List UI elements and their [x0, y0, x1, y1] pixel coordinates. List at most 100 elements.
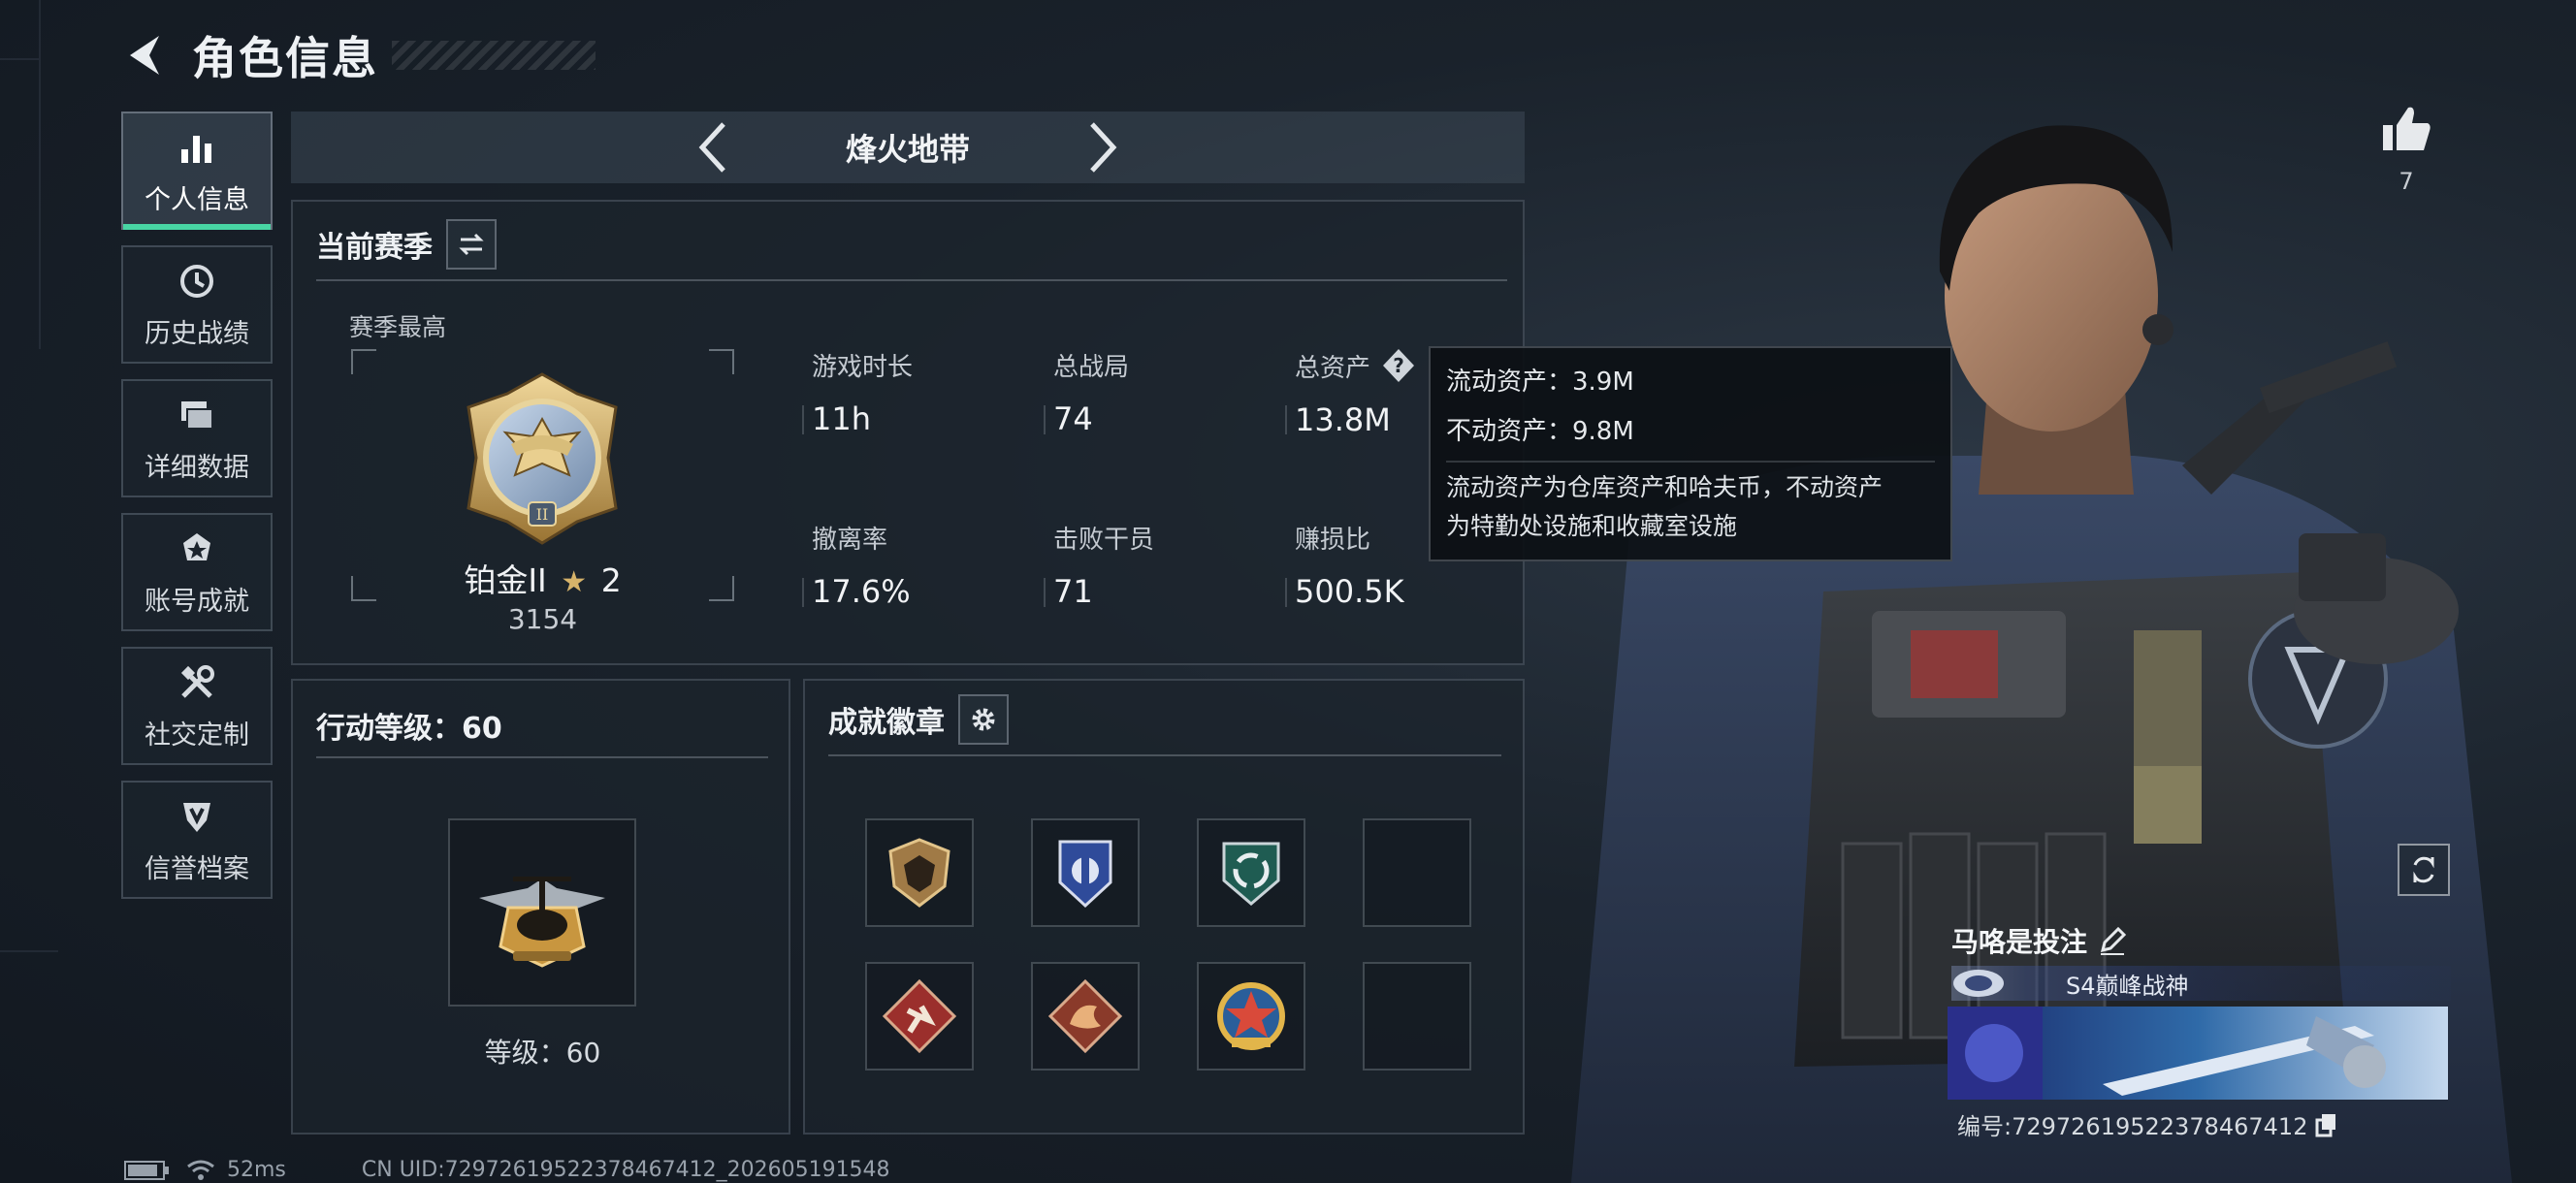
swap-season-button[interactable]	[446, 219, 497, 270]
player-name: 马咯是投注	[1951, 926, 2088, 958]
nav-label: 个人信息	[145, 184, 249, 215]
title-hatch-decoration	[392, 41, 596, 70]
nav-item-personal-info[interactable]: 个人信息	[121, 112, 273, 230]
stat-value: 17.6%	[812, 573, 911, 610]
rank-name-line: 铂金II ★ 2	[351, 555, 734, 601]
player-banner-image	[1948, 1007, 2448, 1100]
like-count: 7	[2399, 168, 2414, 195]
action-level-panel: 行动等级：60 等级：60	[291, 679, 790, 1135]
runner-diamond-badge-icon	[882, 978, 957, 1054]
nav-label: 信誉档案	[145, 853, 249, 884]
back-arrow-icon[interactable]	[116, 26, 175, 84]
stat-label: 撤离率	[812, 526, 888, 555]
tooltip-description: 流动资产为仓库资产和哈夫币，不动资产 为特勤处设施和收藏室设施	[1446, 468, 1935, 546]
panel-header: 当前赛季	[316, 219, 497, 270]
rank-points: 3154	[507, 603, 578, 635]
panel-header: 成就徽章	[828, 694, 1009, 745]
copy-icon[interactable]	[2313, 1112, 2338, 1137]
panel-header: 行动等级：60	[316, 704, 502, 747]
folder-stack-icon	[176, 394, 218, 436]
history-clock-icon	[176, 260, 218, 303]
deco-line	[0, 950, 58, 952]
like-button[interactable]: 7	[2372, 102, 2440, 195]
nav-item-history[interactable]: 历史战绩	[121, 245, 273, 364]
swap-arrows-icon	[459, 233, 484, 256]
player-uid: 编号:72972619522378467412	[1957, 1113, 2308, 1140]
thumbs-up-icon	[2383, 107, 2431, 150]
star-icon: ★	[561, 565, 588, 599]
helicopter-level-emblem-icon	[479, 877, 605, 968]
mode-title: 烽火地带	[845, 131, 970, 168]
chevron-left-icon[interactable]	[685, 118, 743, 176]
nav-item-social-custom[interactable]: 社交定制	[121, 647, 273, 765]
blue-crest-badge-icon	[1058, 840, 1112, 909]
nav-label: 社交定制	[145, 719, 249, 751]
player-title-row: S4巅峰战神	[1951, 966, 2451, 1001]
badge-slot[interactable]	[1197, 962, 1305, 1071]
page-title: 角色信息	[192, 32, 378, 84]
star-roundel-badge-icon	[1217, 982, 1285, 1050]
stat-value: 11h	[812, 400, 871, 437]
wifi-icon	[187, 1160, 214, 1180]
season-title: 当前赛季	[316, 231, 433, 265]
battery-icon	[124, 1160, 169, 1180]
badge-settings-button[interactable]	[958, 694, 1009, 745]
top-bar: 角色信息	[116, 21, 596, 89]
badge-slot[interactable]	[1031, 818, 1140, 927]
chevron-right-icon[interactable]	[1073, 118, 1131, 176]
medal-icon	[176, 528, 218, 570]
mode-selector: 烽火地带	[291, 112, 1525, 183]
achievement-badges-panel: 成就徽章	[803, 679, 1525, 1135]
player-uid-row: 编号:72972619522378467412	[1957, 1107, 2338, 1141]
level-emblem-frame[interactable]	[448, 818, 636, 1007]
stat-label: 击败干员	[1053, 526, 1155, 555]
shield-emblem-icon	[176, 795, 218, 838]
bar-chart-icon	[176, 126, 218, 169]
platinum-rank-badge-icon: II	[467, 372, 618, 545]
divider	[828, 754, 1501, 756]
stat-play-time: 游戏时长 11h	[802, 347, 1035, 437]
badge-slot[interactable]	[1031, 962, 1140, 1071]
badges-title: 成就徽章	[828, 706, 945, 740]
nav-item-achievements[interactable]: 账号成就	[121, 513, 273, 631]
nav-item-detailed-data[interactable]: 详细数据	[121, 379, 273, 497]
stat-label: 游戏时长	[812, 353, 914, 382]
tooltip-liquid-assets: 流动资产：3.9M	[1446, 368, 1634, 397]
deco-line	[39, 0, 41, 349]
svg-text:?: ?	[1393, 354, 1404, 377]
tooltip-fixed-assets: 不动资产：9.8M	[1446, 417, 1634, 446]
title-plate	[1951, 966, 2451, 1001]
player-name-row: 马咯是投注	[1951, 921, 2128, 960]
help-icon[interactable]: ?	[1380, 347, 1417, 384]
deco-line	[0, 58, 39, 60]
tooltip-desc-line: 流动资产为仓库资产和哈夫币，不动资产	[1446, 473, 1884, 501]
status-bar: 52ms CN UID:72972619522378467412_2026051…	[124, 1158, 890, 1182]
badge-slot[interactable]	[1197, 818, 1305, 927]
nav-item-reputation[interactable]: 信誉档案	[121, 781, 273, 899]
nav-label: 详细数据	[145, 452, 249, 483]
tooltip-desc-line: 为特勤处设施和收藏室设施	[1446, 512, 1738, 540]
action-level-title: 行动等级：60	[316, 712, 502, 746]
player-title: S4巅峰战神	[2066, 972, 2189, 1000]
edit-pencil-icon[interactable]	[2097, 925, 2128, 956]
badge-slot[interactable]	[865, 818, 974, 927]
stat-operators-defeated: 击败干员 71	[1044, 520, 1276, 610]
badge-slot-empty[interactable]	[1363, 962, 1471, 1071]
divider	[316, 279, 1507, 281]
stat-label-text: 总资产	[1295, 353, 1371, 383]
badge-slot[interactable]	[865, 962, 974, 1071]
divider	[316, 756, 768, 758]
badge-slot-empty[interactable]	[1363, 818, 1471, 927]
title-emblem-icon	[1953, 970, 2004, 997]
stat-value: 74	[1053, 400, 1093, 437]
dragon-diamond-badge-icon	[1047, 978, 1123, 1054]
hex-shield-badge-icon	[888, 838, 950, 908]
rotate-model-button[interactable]	[2398, 844, 2450, 896]
rank-stars: 2	[600, 561, 622, 599]
green-recycle-badge-icon	[1222, 842, 1280, 906]
stat-total-matches: 总战局 74	[1044, 347, 1276, 437]
level-text: 等级：60	[484, 1037, 601, 1069]
current-season-panel: 当前赛季 赛季最高 II 铂金II ★ 2 3154 游戏时长 11h 总战局 …	[291, 200, 1525, 665]
stat-extraction-rate: 撤离率 17.6%	[802, 520, 1035, 610]
assets-tooltip: 流动资产：3.9M 不动资产：9.8M 流动资产为仓库资产和哈夫币，不动资产 为…	[1429, 346, 1952, 561]
